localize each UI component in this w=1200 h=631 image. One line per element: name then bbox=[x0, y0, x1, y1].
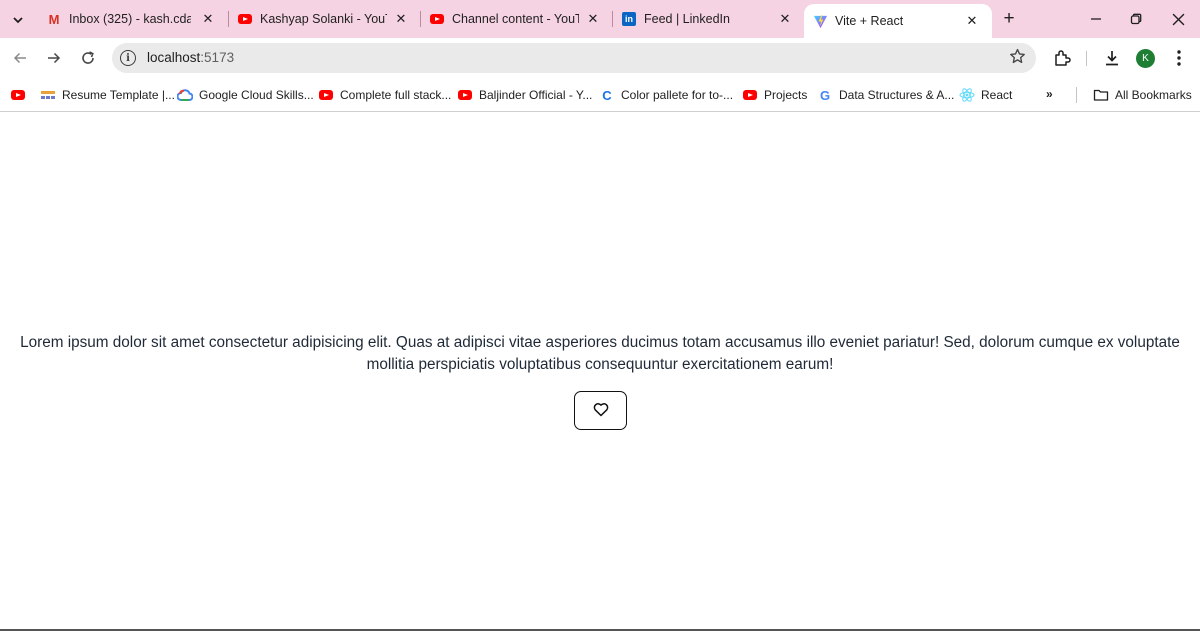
new-tab-button[interactable]: + bbox=[998, 8, 1020, 30]
bookmark-color-pallete[interactable]: C Color pallete for to-... bbox=[599, 87, 733, 103]
all-bookmarks-label: All Bookmarks bbox=[1115, 88, 1192, 102]
tab-title: Vite + React bbox=[835, 14, 904, 28]
url-port: :5173 bbox=[200, 50, 235, 65]
extensions-icon[interactable] bbox=[1050, 46, 1074, 70]
lorem-paragraph: Lorem ipsum dolor sit amet consectetur a… bbox=[20, 334, 1180, 373]
tab-search-chevron-down-icon[interactable] bbox=[6, 8, 30, 32]
bookmark-label: Baljinder Official - Y... bbox=[479, 88, 593, 102]
url-host: localhost bbox=[147, 50, 201, 65]
bookmark-resume-template[interactable]: Resume Template |... bbox=[40, 87, 175, 103]
more-bookmarks-chevron-icon[interactable]: » bbox=[1046, 87, 1053, 101]
bookmark-label: Resume Template |... bbox=[62, 88, 175, 102]
bookmark-label: Projects bbox=[764, 88, 808, 102]
url-text[interactable]: localhost:5173 bbox=[147, 50, 234, 65]
page-viewport: Lorem ipsum dolor sit amet consectetur a… bbox=[0, 113, 1200, 631]
menu-kebab-icon[interactable] bbox=[1167, 46, 1191, 70]
browser-toolbar: i localhost:5173 K bbox=[0, 38, 1200, 78]
close-tab-icon[interactable]: ✕ bbox=[393, 11, 409, 27]
reload-button[interactable] bbox=[76, 46, 100, 70]
address-bar[interactable]: i localhost:5173 bbox=[112, 43, 1036, 73]
tab-strip: M Inbox (325) - kash.cdac@ ✕ Kashyap Sol… bbox=[0, 0, 1200, 38]
tab-title: Channel content - YouTube bbox=[452, 12, 579, 26]
youtube-icon bbox=[237, 11, 253, 27]
bookmark-google-cloud[interactable]: Google Cloud Skills... bbox=[177, 87, 314, 103]
tab-linkedin[interactable]: in Feed | LinkedIn ✕ bbox=[621, 0, 803, 38]
forward-button[interactable] bbox=[42, 46, 66, 70]
bookmark-label: Data Structures & A... bbox=[839, 88, 955, 102]
bookmarks-divider bbox=[1076, 87, 1077, 103]
close-tab-icon[interactable]: ✕ bbox=[777, 11, 793, 27]
tab-vite-react[interactable]: Vite + React ✕ bbox=[804, 4, 992, 38]
tab-youtube-kashyap[interactable]: Kashyap Solanki - YouTube ✕ bbox=[237, 0, 419, 38]
toolbar-divider bbox=[1086, 51, 1087, 66]
linkedin-icon: in bbox=[621, 11, 637, 27]
bookmark-youtube-icon-only[interactable] bbox=[10, 87, 32, 103]
bookmark-complete-full-stack[interactable]: Complete full stack... bbox=[318, 87, 451, 103]
close-tab-icon[interactable]: ✕ bbox=[585, 11, 601, 27]
tab-separator bbox=[420, 11, 421, 27]
bookmark-label: Color pallete for to-... bbox=[621, 88, 734, 102]
youtube-icon bbox=[429, 11, 445, 27]
gmail-icon: M bbox=[48, 11, 60, 27]
vite-icon bbox=[812, 13, 828, 29]
download-icon[interactable] bbox=[1100, 46, 1124, 70]
close-window-button[interactable] bbox=[1163, 6, 1193, 32]
youtube-icon bbox=[742, 87, 758, 103]
close-tab-icon[interactable]: ✕ bbox=[200, 11, 216, 27]
youtube-icon bbox=[457, 87, 473, 103]
bookmark-projects[interactable]: Projects bbox=[742, 87, 807, 103]
folder-icon bbox=[1093, 87, 1109, 103]
c-icon: C bbox=[602, 87, 612, 103]
site-info-icon[interactable]: i bbox=[120, 50, 136, 66]
tab-title: Kashyap Solanki - YouTube bbox=[260, 12, 387, 26]
bookmark-label: React bbox=[981, 88, 1013, 102]
bookmark-star-icon[interactable] bbox=[1009, 48, 1026, 70]
youtube-icon bbox=[318, 87, 334, 103]
tab-title: Feed | LinkedIn bbox=[644, 12, 730, 26]
restore-button[interactable] bbox=[1121, 6, 1151, 32]
bookmarks-bar: Resume Template |... Google Cloud Skills… bbox=[0, 78, 1200, 112]
google-icon: G bbox=[819, 87, 831, 103]
bookmark-baljinder-official[interactable]: Baljinder Official - Y... bbox=[457, 87, 592, 103]
resume-icon bbox=[40, 87, 56, 103]
back-button[interactable] bbox=[8, 46, 32, 70]
tab-gmail[interactable]: M Inbox (325) - kash.cdac@ ✕ bbox=[46, 0, 226, 38]
profile-avatar[interactable]: K bbox=[1136, 49, 1155, 68]
bookmark-label: Complete full stack... bbox=[340, 88, 452, 102]
tab-youtube-channel-content[interactable]: Channel content - YouTube ✕ bbox=[429, 0, 611, 38]
tab-separator bbox=[228, 11, 229, 27]
tab-title: Inbox (325) - kash.cdac@ bbox=[69, 12, 191, 26]
bookmark-data-structures[interactable]: G Data Structures & A... bbox=[817, 87, 954, 103]
minimize-button[interactable] bbox=[1081, 6, 1111, 32]
react-icon bbox=[959, 87, 975, 103]
google-cloud-icon bbox=[177, 87, 193, 103]
all-bookmarks-button[interactable]: All Bookmarks bbox=[1093, 87, 1192, 103]
bookmark-label: Google Cloud Skills... bbox=[199, 88, 314, 102]
tab-separator bbox=[612, 11, 613, 27]
youtube-icon bbox=[10, 87, 26, 103]
like-button[interactable] bbox=[574, 391, 627, 430]
bookmark-react[interactable]: React bbox=[959, 87, 1012, 103]
heart-icon bbox=[593, 402, 609, 420]
close-tab-icon[interactable]: ✕ bbox=[964, 13, 980, 29]
